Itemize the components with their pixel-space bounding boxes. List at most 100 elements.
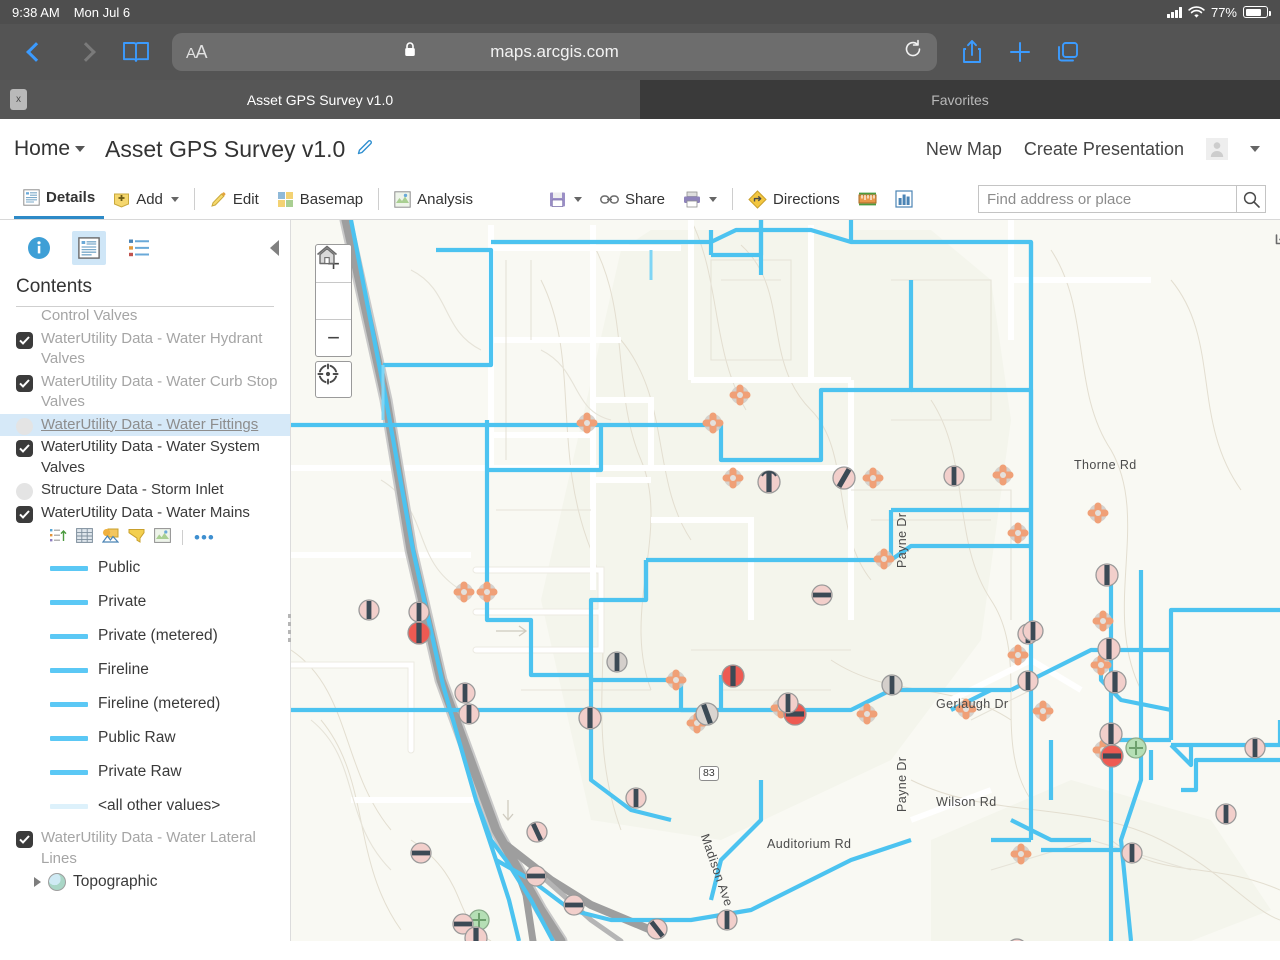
- bookmarks-button[interactable]: [886, 179, 922, 219]
- more-options-icon[interactable]: •••: [194, 529, 215, 546]
- locate-button[interactable]: [315, 361, 352, 398]
- analysis-button[interactable]: Analysis: [385, 179, 482, 219]
- add-button[interactable]: Add: [104, 179, 188, 219]
- workspace: Contents Control Valves WaterUtility Dat…: [0, 220, 1280, 941]
- legend-item-fireline-metered: Fireline (metered): [0, 687, 290, 721]
- directions-button[interactable]: Directions: [739, 179, 849, 219]
- layer-row-lateral-lines[interactable]: WaterUtility Data - Water Lateral Lines: [0, 827, 290, 870]
- layer-label: WaterUtility Data - Water Curb Stop Valv…: [41, 372, 278, 411]
- forward-button[interactable]: [66, 32, 106, 72]
- home-label: Home: [14, 137, 71, 160]
- pencil-icon: [358, 139, 373, 154]
- layer-row-storm-inlet[interactable]: Structure Data - Storm Inlet: [0, 479, 290, 502]
- search-input[interactable]: Find address or place: [978, 185, 1236, 213]
- wifi-icon: [1188, 5, 1205, 18]
- about-tab[interactable]: [22, 231, 56, 265]
- ios-status-bar: 9:38 AM Mon Jul 6 77%: [0, 0, 1280, 24]
- user-menu-caret-icon[interactable]: [1250, 146, 1260, 152]
- details-icon: [23, 189, 40, 206]
- layer-row-curb-stop-valves[interactable]: WaterUtility Data - Water Curb Stop Valv…: [0, 371, 290, 414]
- expand-map-icon: [1275, 234, 1280, 245]
- new-tab-button[interactable]: [1001, 33, 1039, 71]
- default-extent-button[interactable]: [316, 245, 351, 319]
- layer-row-system-valves[interactable]: WaterUtility Data - Water System Valves: [0, 436, 290, 479]
- search-placeholder: Find address or place: [987, 190, 1132, 208]
- chevron-down-icon: [75, 146, 86, 152]
- show-tabs-button[interactable]: [1049, 33, 1087, 71]
- layer-row-hydrant-valves[interactable]: WaterUtility Data - Water Hydrant Valves: [0, 328, 290, 371]
- save-icon: [550, 192, 565, 207]
- plus-icon: [1010, 42, 1030, 62]
- layer-checkbox[interactable]: [16, 505, 33, 523]
- details-button[interactable]: Details: [14, 179, 105, 219]
- basemap-label: Basemap: [299, 190, 364, 208]
- expand-triangle-icon[interactable]: [34, 877, 41, 887]
- layer-label[interactable]: WaterUtility Data - Water Fittings: [41, 415, 258, 436]
- browser-tab-favorites[interactable]: Favorites: [640, 80, 1280, 119]
- close-tab-icon[interactable]: x: [10, 89, 27, 110]
- layer-row-water-fittings[interactable]: WaterUtility Data - Water Fittings: [0, 413, 290, 436]
- search-icon: [1243, 191, 1260, 208]
- legend-item-public-raw: Public Raw: [0, 721, 290, 755]
- address-bar[interactable]: AA maps.arcgis.com: [172, 33, 937, 71]
- show-table-icon[interactable]: [50, 528, 67, 547]
- layer-label: WaterUtility Data - Water System Valves: [41, 438, 260, 476]
- edit-pencil-icon: [211, 191, 226, 207]
- legend-label: Private Raw: [98, 763, 182, 780]
- analysis-label: Analysis: [417, 190, 473, 208]
- save-button[interactable]: [540, 179, 591, 219]
- map-toolbar: Details Add Edit Basemap Analysis Share …: [0, 179, 1280, 220]
- browser-tab-asset-gps-survey[interactable]: x Asset GPS Survey v1.0: [0, 80, 640, 119]
- home-icon: [316, 245, 338, 265]
- avatar[interactable]: [1206, 138, 1228, 160]
- change-symbols-icon[interactable]: [101, 528, 120, 547]
- search-button[interactable]: [1236, 185, 1266, 213]
- basemap-button[interactable]: Basemap: [268, 179, 372, 219]
- layer-checkbox[interactable]: [16, 440, 33, 457]
- collapse-panel-icon[interactable]: [270, 240, 279, 256]
- layer-row-control-valves[interactable]: Control Valves: [0, 307, 290, 328]
- directions-icon: [748, 189, 767, 209]
- create-presentation-button[interactable]: Create Presentation: [1024, 139, 1184, 160]
- map-label-payne-dr-north: Payne Dr: [895, 512, 909, 568]
- layer-checkbox[interactable]: [16, 331, 33, 349]
- contents-tab[interactable]: [72, 231, 106, 265]
- share-button[interactable]: [953, 33, 991, 71]
- text-size-button[interactable]: AA: [186, 42, 208, 63]
- edit-title-button[interactable]: [356, 138, 374, 161]
- bookmarks-button[interactable]: [116, 32, 156, 72]
- new-map-button[interactable]: New Map: [926, 139, 1002, 160]
- layer-checkbox[interactable]: [16, 483, 33, 500]
- browser-toolbar: AA maps.arcgis.com: [0, 24, 1280, 80]
- back-button[interactable]: [16, 32, 56, 72]
- legend-label: Private (metered): [98, 627, 218, 644]
- status-time: 9:38 AM: [12, 4, 60, 20]
- details-label: Details: [46, 189, 96, 206]
- reload-icon[interactable]: [903, 39, 923, 65]
- status-date: Mon Jul 6: [73, 4, 131, 20]
- configure-popup-icon[interactable]: [154, 528, 171, 547]
- route-shield-83: 83: [699, 766, 719, 781]
- table-icon[interactable]: [76, 528, 93, 547]
- edit-button[interactable]: Edit: [201, 179, 268, 219]
- print-button[interactable]: [674, 179, 726, 219]
- basemap-row-topographic[interactable]: Topographic: [0, 870, 290, 894]
- zoom-out-button[interactable]: −: [316, 319, 351, 356]
- tab-label: Asset GPS Survey v1.0: [246, 91, 394, 108]
- filter-icon[interactable]: [128, 528, 145, 547]
- home-menu[interactable]: Home: [14, 137, 86, 161]
- layer-checkbox[interactable]: [16, 374, 33, 392]
- legend-swatch: [50, 633, 88, 639]
- legend-swatch: [50, 803, 88, 809]
- share-button[interactable]: Share: [591, 179, 674, 219]
- layer-checkbox[interactable]: [16, 417, 33, 435]
- layer-row-water-mains[interactable]: WaterUtility Data - Water Mains: [0, 502, 290, 525]
- cellular-signal-icon: [1167, 6, 1182, 18]
- back-chevron-icon: [26, 42, 46, 62]
- measure-button[interactable]: [849, 179, 886, 219]
- map-canvas[interactable]: Thorne Rd Payne Dr Wilson Rd Gerlaugh Dr…: [291, 220, 1280, 941]
- layer-checkbox[interactable]: [16, 831, 33, 848]
- legend-item-private-raw: Private Raw: [0, 755, 290, 789]
- legend-tab[interactable]: [122, 231, 156, 265]
- lock-icon: [404, 42, 416, 62]
